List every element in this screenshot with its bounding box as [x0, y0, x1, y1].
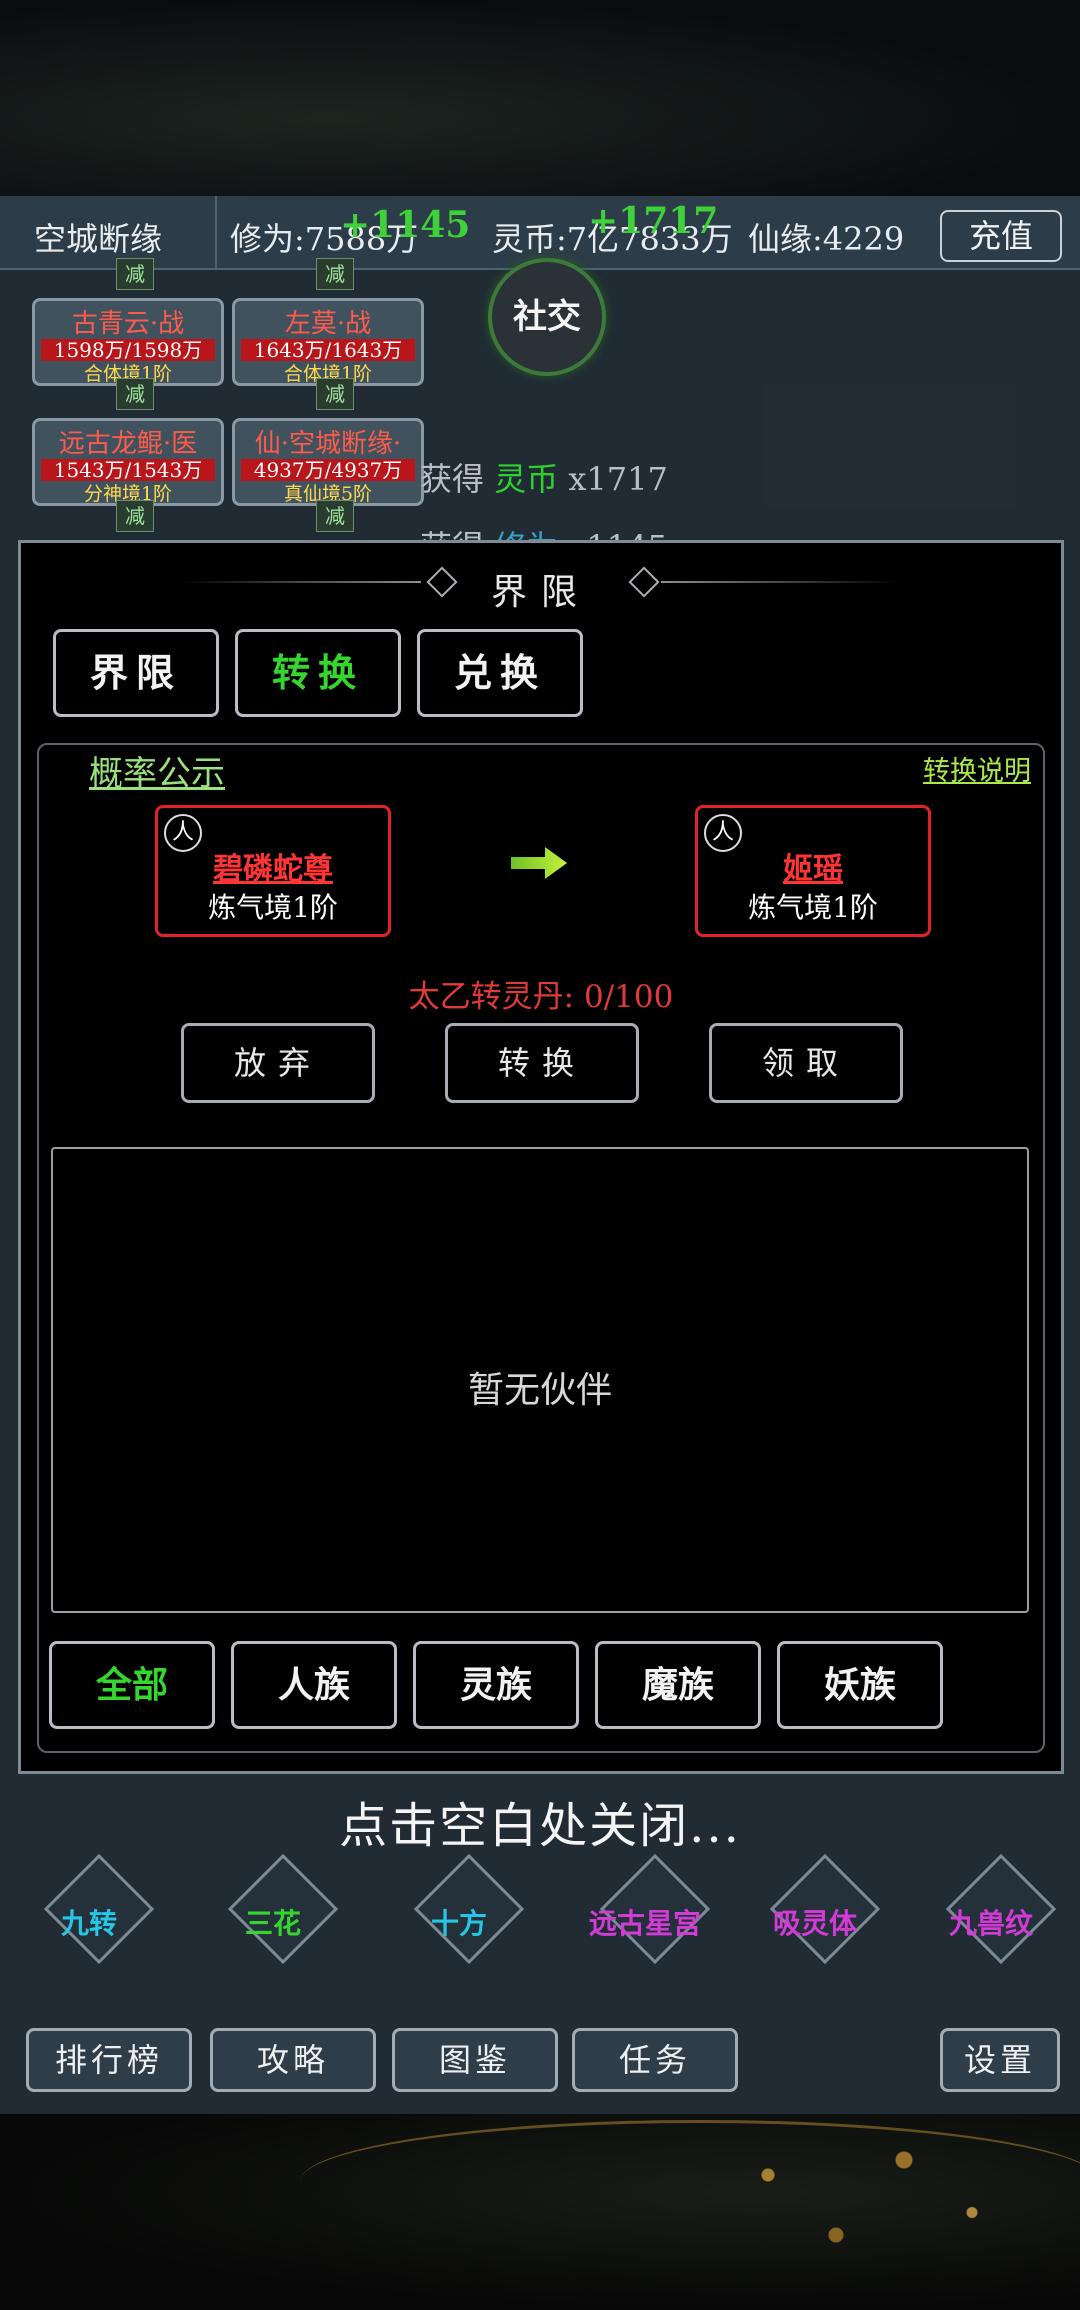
target-partner-name: 姬瑶: [783, 852, 843, 887]
probability-link[interactable]: 概率公示: [89, 746, 225, 795]
skill-label: 三花: [244, 1907, 301, 1940]
skill-label: 吸灵体: [772, 1907, 857, 1940]
skill-label: 远古星宫: [588, 1907, 701, 1940]
gold-dots-decoration: [700, 2130, 1040, 2280]
convert-button[interactable]: 转换: [445, 1023, 639, 1103]
skill-item[interactable]: 九转: [24, 1853, 155, 1965]
tab-convert[interactable]: 转换: [235, 629, 401, 717]
empty-list-text: 暂无伙伴: [467, 1370, 612, 1411]
skill-label: 十方: [430, 1907, 487, 1940]
reduce-button[interactable]: 减: [116, 500, 154, 532]
top-background: [0, 0, 1080, 196]
arrow-right-icon: [511, 847, 567, 879]
recharge-button[interactable]: 充值: [940, 210, 1062, 262]
skill-item[interactable]: 吸灵体: [750, 1853, 881, 1965]
ranking-button[interactable]: 排行榜: [26, 2028, 192, 2092]
convert-explain-link[interactable]: 转换说明: [923, 749, 1031, 788]
team-member-hp: 1598万/1598万: [41, 339, 215, 361]
team-card[interactable]: 古青云·战 1598万/1598万 合体境1阶: [32, 298, 224, 386]
team-member-hp: 1643万/1643万: [241, 339, 415, 361]
guide-button[interactable]: 攻略: [210, 2028, 376, 2092]
settings-button[interactable]: 设置: [940, 2028, 1060, 2092]
skill-item[interactable]: 三花: [208, 1853, 339, 1965]
gain-amount: x1717: [568, 460, 668, 498]
tab-exchange[interactable]: 兑换: [417, 629, 583, 717]
team-card[interactable]: 远古龙鲲·医 1543万/1543万 分神境1阶: [32, 418, 224, 506]
catalog-button[interactable]: 图鉴: [392, 2028, 558, 2092]
fate-value: 仙缘:4229: [748, 220, 905, 258]
filter-all[interactable]: 全部: [49, 1641, 215, 1729]
filter-spirit[interactable]: 灵族: [413, 1641, 579, 1729]
gain-prefix: 获得: [420, 460, 485, 498]
team-card[interactable]: 仙·空城断缘· 4937万/4937万 真仙境5阶: [232, 418, 424, 506]
reduce-button[interactable]: 减: [116, 378, 154, 410]
skill-item[interactable]: 九兽纹: [926, 1853, 1057, 1965]
skill-label: 九兽纹: [948, 1907, 1033, 1940]
boundary-modal: 界限 界限 转换 兑换 概率公示 转换说明 人 碧磷蛇尊 炼气境1阶 人 姬瑶 …: [18, 540, 1064, 1774]
reduce-button[interactable]: 减: [316, 258, 354, 290]
cultivation-gain: +1145: [340, 204, 471, 246]
source-partner-card[interactable]: 人 碧磷蛇尊 炼气境1阶: [155, 805, 391, 937]
reduce-button[interactable]: 减: [116, 258, 154, 290]
filter-monster[interactable]: 妖族: [777, 1641, 943, 1729]
team-member-name: 远古龙鲲·医: [58, 429, 198, 459]
filter-human[interactable]: 人族: [231, 1641, 397, 1729]
target-partner-card[interactable]: 人 姬瑶 炼气境1阶: [695, 805, 931, 937]
close-hint[interactable]: 点击空白处关闭...: [0, 1786, 1080, 1856]
tab-boundary[interactable]: 界限: [53, 629, 219, 717]
player-name: 空城断缘: [34, 220, 163, 258]
gain-key: 灵币: [494, 460, 559, 498]
source-partner-rank: 炼气境1阶: [208, 891, 338, 924]
team-member-hp: 1543万/1543万: [41, 459, 215, 481]
partner-list[interactable]: 暂无伙伴: [51, 1147, 1029, 1613]
spirit-coin-gain: +1717: [588, 200, 719, 242]
status-divider: [215, 196, 217, 268]
team-member-name: 左莫·战: [284, 309, 372, 339]
team-member-name: 古青云·战: [71, 309, 185, 339]
pill-count: 太乙转灵丹: 0/100: [408, 979, 674, 1015]
gain-notice: 获得 灵币 x1717: [420, 454, 668, 500]
reduce-button[interactable]: 减: [316, 500, 354, 532]
title-ornament-right: [661, 581, 901, 583]
team-member-hp: 4937万/4937万: [241, 459, 415, 481]
skill-label: 九转: [60, 1907, 117, 1940]
filter-demon[interactable]: 魔族: [595, 1641, 761, 1729]
source-partner-name: 碧磷蛇尊: [213, 852, 333, 887]
team-member-name: 仙·空城断缘·: [254, 429, 402, 459]
social-button[interactable]: 社交: [488, 258, 606, 376]
abandon-button[interactable]: 放弃: [181, 1023, 375, 1103]
team-card[interactable]: 左莫·战 1643万/1643万 合体境1阶: [232, 298, 424, 386]
task-button[interactable]: 任务: [572, 2028, 738, 2092]
claim-button[interactable]: 领取: [709, 1023, 903, 1103]
modal-title: 界限: [490, 572, 591, 613]
target-partner-rank: 炼气境1阶: [748, 891, 878, 924]
reduce-button[interactable]: 减: [316, 378, 354, 410]
skill-item[interactable]: 十方: [394, 1853, 525, 1965]
skill-item[interactable]: 远古星宫: [580, 1853, 711, 1965]
